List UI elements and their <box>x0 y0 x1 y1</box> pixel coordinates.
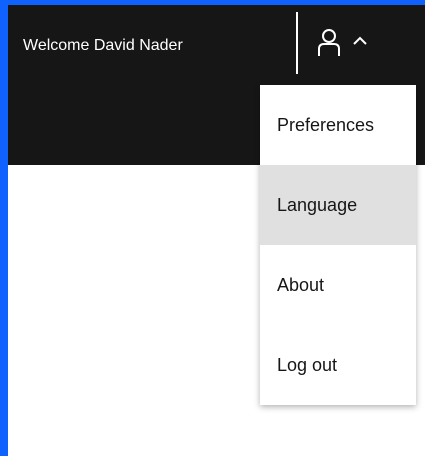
user-dropdown-menu: Preferences Language About Log out <box>260 85 416 405</box>
menu-item-label: Log out <box>277 354 338 375</box>
menu-item-language[interactable]: Language <box>260 165 416 245</box>
user-icon <box>313 25 345 57</box>
menu-item-label: Preferences <box>277 114 375 135</box>
app-window: Welcome David Nader Preferences Language… <box>8 5 425 456</box>
user-menu-toggle[interactable] <box>313 21 389 61</box>
menu-item-label: About <box>277 274 325 295</box>
menu-item-preferences[interactable]: Preferences <box>260 85 416 165</box>
screen-frame: Welcome David Nader Preferences Language… <box>0 0 425 456</box>
menu-item-label: Language <box>277 194 358 215</box>
welcome-text: Welcome David Nader <box>23 37 183 54</box>
chevron-up-icon <box>351 32 369 50</box>
header-divider <box>296 12 298 74</box>
menu-item-log-out[interactable]: Log out <box>260 325 416 405</box>
menu-item-about[interactable]: About <box>260 245 416 325</box>
